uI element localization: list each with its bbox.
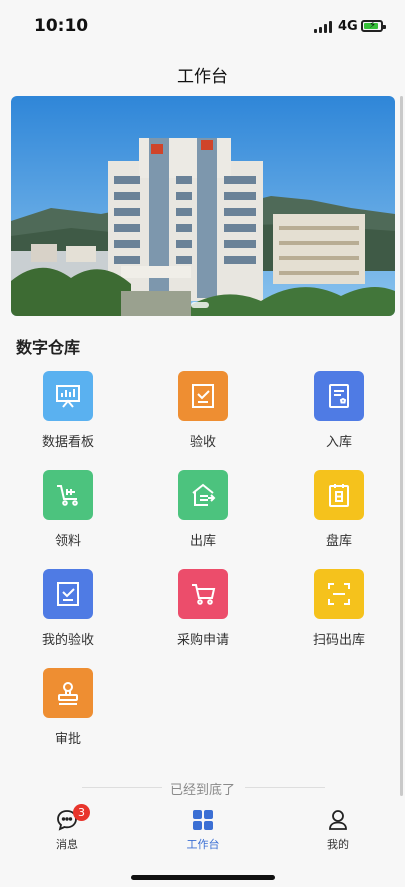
banner-image[interactable]	[11, 96, 395, 316]
scrollbar[interactable]	[400, 96, 403, 796]
grid-item-acceptance[interactable]: 验收	[148, 371, 258, 461]
grid-item-scan-outbound[interactable]: 扫码出库	[284, 569, 394, 659]
network-type: 4G	[338, 19, 358, 34]
grid-item-label: 数据看板	[41, 435, 94, 450]
inbound-document-icon	[314, 371, 364, 421]
warehouse-out-icon	[178, 470, 228, 520]
material-cart-icon	[43, 470, 93, 520]
grid-item-label: 验收	[189, 435, 216, 450]
status-bar: 10:10 4G ⚡	[0, 0, 405, 50]
grid-item-inventory[interactable]: 盘库	[284, 470, 394, 560]
grid-item-label: 采购申请	[176, 633, 229, 648]
grid-item-label: 盘库	[325, 534, 352, 549]
tab-label: 消息	[56, 838, 78, 851]
page-title: 工作台	[177, 67, 228, 87]
profile-icon	[329, 810, 347, 830]
section-title: 数字仓库	[16, 338, 81, 357]
grid-item-material-pick[interactable]: 领料	[13, 470, 123, 560]
signal-icon	[314, 21, 334, 33]
grid-item-label: 领料	[54, 534, 81, 549]
grid-item-outbound[interactable]: 出库	[148, 470, 258, 560]
banner-pager-dot[interactable]	[191, 302, 209, 308]
tab-messages[interactable]: 3 消息	[27, 800, 107, 856]
my-check-icon	[43, 569, 93, 619]
workbench-icon	[193, 810, 213, 830]
grid-item-label: 出库	[189, 534, 216, 549]
tab-label: 工作台	[186, 838, 220, 851]
dashboard-icon	[43, 371, 93, 421]
shopping-cart-icon	[178, 569, 228, 619]
battery-icon: ⚡	[361, 20, 386, 32]
grid-item-label: 我的验收	[41, 633, 94, 648]
tab-label: 我的	[327, 838, 349, 851]
grid-item-label: 审批	[54, 732, 81, 747]
grid-item-label: 扫码出库	[312, 633, 365, 648]
grid-item-data-dashboard[interactable]: 数据看板	[13, 371, 123, 461]
tab-workbench[interactable]: 工作台	[163, 800, 243, 856]
status-time: 10:10	[34, 16, 89, 36]
home-indicator	[131, 875, 275, 880]
tab-profile[interactable]: 我的	[298, 800, 378, 856]
approval-stamp-icon	[43, 668, 93, 718]
tab-bar: 3 消息 工作台 我的	[0, 800, 405, 856]
grid-item-inbound[interactable]: 入库	[284, 371, 394, 461]
grid-item-my-acceptance[interactable]: 我的验收	[13, 569, 123, 659]
grid-item-approval[interactable]: 审批	[13, 668, 123, 758]
grid-item-purchase-request[interactable]: 采购申请	[148, 569, 258, 659]
grid-item-label: 入库	[325, 435, 352, 450]
inventory-calendar-icon	[314, 470, 364, 520]
scan-icon	[314, 569, 364, 619]
check-clipboard-icon	[178, 371, 228, 421]
end-of-list-text: 已经到底了	[169, 783, 235, 798]
unread-badge: 3	[73, 804, 90, 821]
